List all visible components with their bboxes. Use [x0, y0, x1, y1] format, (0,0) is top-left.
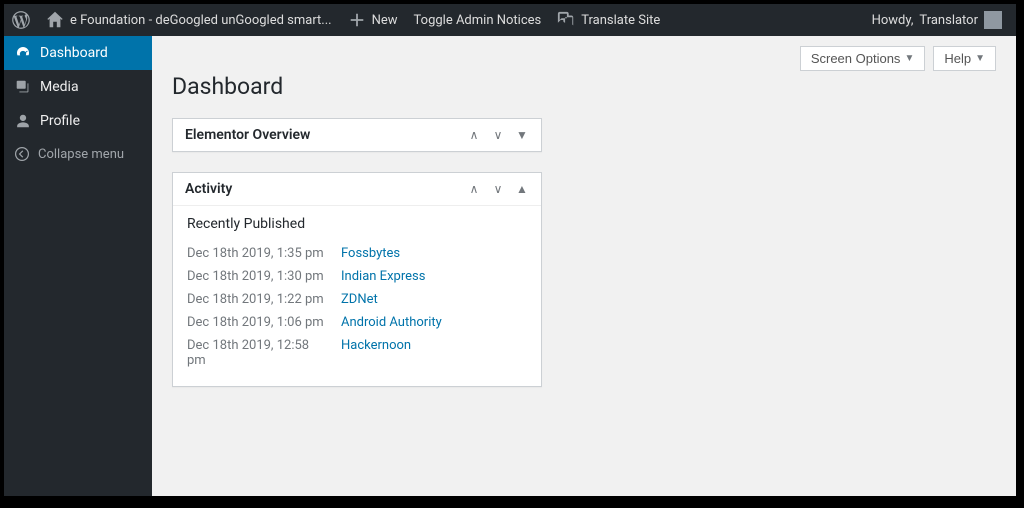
publish-time: Dec 18th 2019, 1:35 pm	[187, 246, 327, 261]
admin-bar: e Foundation - deGoogled unGoogled smart…	[4, 4, 1016, 36]
new-content-link[interactable]: New	[340, 4, 406, 36]
publish-time: Dec 18th 2019, 1:30 pm	[187, 269, 327, 284]
site-title: e Foundation - deGoogled unGoogled smart…	[70, 13, 332, 28]
sidebar-item-label: Media	[40, 79, 79, 95]
publish-time: Dec 18th 2019, 12:58 pm	[187, 338, 327, 368]
metabox-title: Elementor Overview	[185, 127, 310, 143]
wordpress-icon	[12, 11, 30, 29]
collapse-menu[interactable]: Collapse menu	[4, 138, 152, 170]
profile-icon	[14, 112, 32, 130]
metabox-elementor-overview: Elementor Overview ∧ ∨ ▼	[172, 118, 542, 152]
dashboard-icon	[14, 44, 32, 62]
move-down-icon[interactable]: ∨	[491, 182, 505, 196]
sidebar-item-label: Dashboard	[40, 45, 108, 61]
admin-sidebar: Dashboard Media Profile Collapse menu	[4, 36, 152, 496]
list-item: Dec 18th 2019, 1:35 pm Fossbytes	[187, 242, 527, 265]
list-item: Dec 18th 2019, 1:06 pm Android Authority	[187, 311, 527, 334]
post-link[interactable]: Fossbytes	[341, 246, 400, 261]
site-home-link[interactable]: e Foundation - deGoogled unGoogled smart…	[38, 4, 340, 36]
sidebar-item-media[interactable]: Media	[4, 70, 152, 104]
post-link[interactable]: Android Authority	[341, 315, 442, 330]
post-link[interactable]: Indian Express	[341, 269, 425, 284]
collapse-icon	[14, 146, 30, 162]
post-link[interactable]: ZDNet	[341, 292, 378, 307]
list-item: Dec 18th 2019, 12:58 pm Hackernoon	[187, 334, 527, 372]
account-menu[interactable]: Howdy, Translator	[864, 4, 1010, 36]
screen-options-button[interactable]: Screen Options ▼	[800, 46, 926, 71]
publish-time: Dec 18th 2019, 1:22 pm	[187, 292, 327, 307]
page-title: Dashboard	[172, 73, 996, 100]
chevron-down-icon: ▼	[904, 53, 914, 64]
user-name: Translator	[919, 13, 978, 28]
move-up-icon[interactable]: ∧	[467, 128, 481, 142]
translate-site-link[interactable]: Translate Site	[549, 4, 668, 36]
new-label: New	[372, 13, 398, 28]
post-link[interactable]: Hackernoon	[341, 338, 411, 368]
publish-time: Dec 18th 2019, 1:06 pm	[187, 315, 327, 330]
sidebar-item-profile[interactable]: Profile	[4, 104, 152, 138]
home-icon	[46, 11, 64, 29]
move-up-icon[interactable]: ∧	[467, 182, 481, 196]
list-item: Dec 18th 2019, 1:30 pm Indian Express	[187, 265, 527, 288]
help-button[interactable]: Help ▼	[933, 46, 996, 71]
toggle-box-icon[interactable]: ▼	[515, 128, 529, 142]
metabox-activity: Activity ∧ ∨ ▲ Recently Published Dec 18…	[172, 172, 542, 387]
sidebar-item-label: Profile	[40, 113, 80, 129]
toggle-admin-notices[interactable]: Toggle Admin Notices	[406, 4, 550, 36]
chevron-down-icon: ▼	[975, 53, 985, 64]
media-icon	[14, 78, 32, 96]
activity-section-heading: Recently Published	[187, 216, 527, 232]
main-content: Screen Options ▼ Help ▼ Dashboard Elemen…	[152, 36, 1016, 496]
sidebar-item-dashboard[interactable]: Dashboard	[4, 36, 152, 70]
plus-icon	[348, 11, 366, 29]
howdy-text: Howdy,	[872, 13, 914, 28]
metabox-title: Activity	[185, 181, 232, 197]
translate-icon	[557, 11, 575, 29]
move-down-icon[interactable]: ∨	[491, 128, 505, 142]
recently-published-list: Dec 18th 2019, 1:35 pm Fossbytes Dec 18t…	[187, 242, 527, 372]
collapse-label: Collapse menu	[38, 147, 124, 162]
list-item: Dec 18th 2019, 1:22 pm ZDNet	[187, 288, 527, 311]
wp-logo[interactable]	[4, 4, 38, 36]
avatar	[984, 11, 1002, 29]
toggle-box-icon[interactable]: ▲	[515, 182, 529, 196]
